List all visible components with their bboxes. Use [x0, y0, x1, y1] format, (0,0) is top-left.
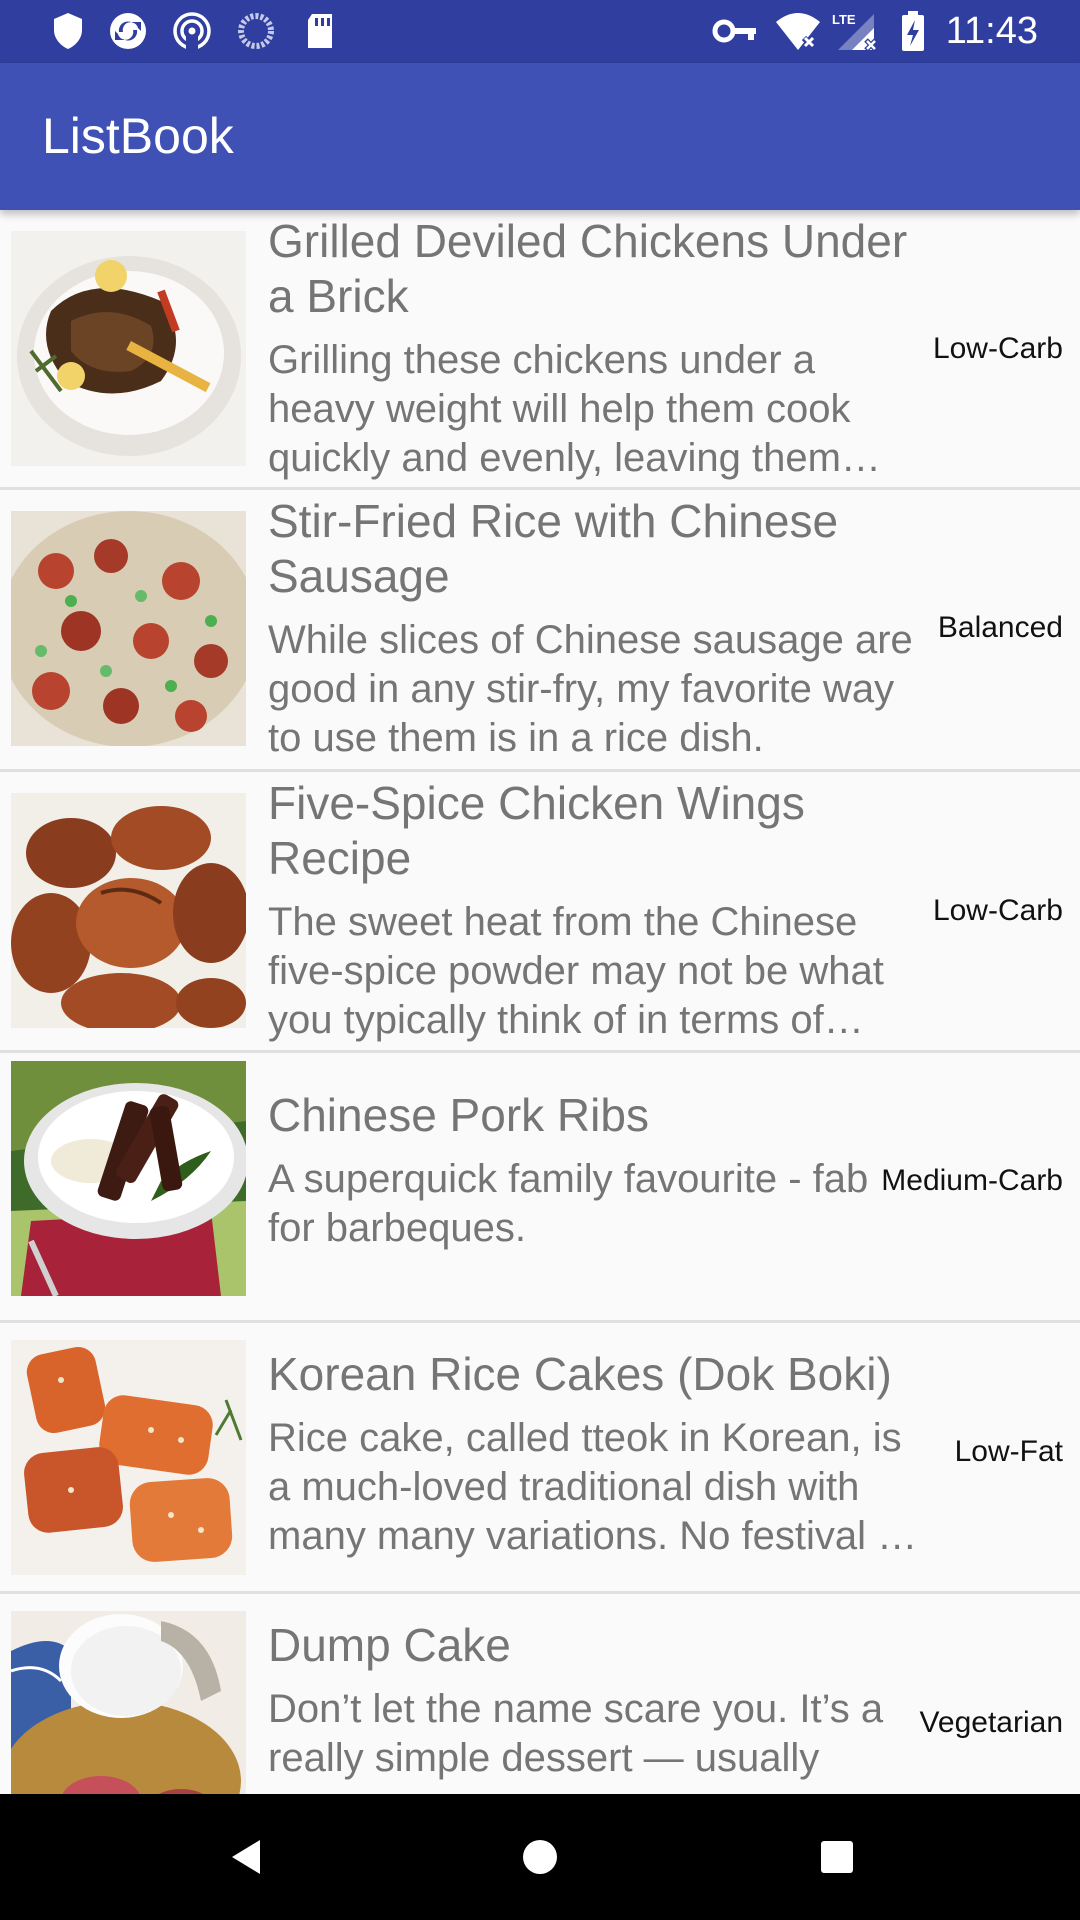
recipe-description: Rice cake, called tteok in Korean, is a …	[268, 1416, 907, 1558]
back-icon[interactable]	[222, 1832, 272, 1882]
svg-text:LTE: LTE	[832, 12, 856, 27]
lte-signal-icon: LTE	[832, 12, 878, 52]
recipe-description: Don’t let the name scare you. It’s a rea…	[268, 1687, 884, 1780]
cast-icon	[173, 12, 211, 52]
sd-card-icon	[308, 14, 332, 48]
recipe-description: A superquick family favourite - fab for …	[268, 1157, 869, 1250]
list-item[interactable]: Korean Rice Cakes (Dok Boki) Rice cake, …	[0, 1323, 1080, 1594]
diet-label: Medium-Carb	[881, 1164, 1063, 1197]
list-item[interactable]: Stir-Fried Rice with Chinese Sausage Whi…	[0, 490, 1080, 772]
recipe-title: Chinese Pork Ribs	[268, 1089, 649, 1141]
recents-icon[interactable]	[812, 1832, 862, 1882]
recipe-list[interactable]: Grilled Deviled Chickens Under a Brick G…	[0, 210, 1080, 1794]
recipe-description: The sweet heat from the Chinese five-spi…	[268, 900, 884, 1042]
circle-progress-icon	[238, 13, 274, 49]
recipe-text: Korean Rice Cakes (Dok Boki) Rice cake, …	[268, 1347, 918, 1561]
recipe-text: Chinese Pork Ribs A superquick family fa…	[268, 1088, 918, 1253]
recipe-description: While slices of Chinese sausage are good…	[268, 618, 913, 760]
key-icon	[712, 19, 756, 43]
diet-label: Low-Fat	[954, 1435, 1063, 1468]
status-bar: LTE 11:43	[0, 0, 1080, 63]
recipe-image	[11, 1340, 246, 1575]
recipe-text: Five-Spice Chicken Wings Recipe The swee…	[268, 776, 918, 1045]
diet-label: Low-Carb	[932, 894, 1063, 927]
recipe-text: Stir-Fried Rice with Chinese Sausage Whi…	[268, 494, 918, 763]
recipe-description: Grilling these chickens under a heavy we…	[268, 338, 851, 480]
recipe-image	[11, 511, 246, 746]
recipe-image	[11, 1611, 246, 1794]
sync-icon	[110, 13, 146, 49]
battery-charging-icon	[902, 11, 924, 51]
app-bar: ListBook	[0, 63, 1080, 210]
recipe-image	[11, 231, 246, 466]
status-time: 11:43	[945, 10, 1038, 52]
home-icon[interactable]	[515, 1832, 565, 1882]
recipe-title: Korean Rice Cakes (Dok Boki)	[268, 1348, 892, 1400]
recipe-text: Dump Cake Don’t let the name scare you. …	[268, 1618, 918, 1783]
shield-icon	[54, 13, 82, 49]
recipe-title: Stir-Fried Rice with Chinese Sausage	[268, 495, 839, 602]
list-item[interactable]: Grilled Deviled Chickens Under a Brick G…	[0, 210, 1080, 490]
diet-label: Low-Carb	[932, 332, 1063, 365]
app-title: ListBook	[42, 108, 234, 164]
recipe-image	[11, 793, 246, 1028]
recipe-title: Grilled Deviled Chickens Under a Brick	[268, 215, 908, 322]
list-item[interactable]: Five-Spice Chicken Wings Recipe The swee…	[0, 772, 1080, 1053]
recipe-text: Grilled Deviled Chickens Under a Brick G…	[268, 214, 918, 483]
diet-label: Vegetarian	[919, 1706, 1063, 1739]
list-item[interactable]: Chinese Pork Ribs A superquick family fa…	[0, 1053, 1080, 1323]
recipe-title: Five-Spice Chicken Wings Recipe	[268, 777, 805, 884]
navigation-bar	[0, 1794, 1080, 1920]
list-item[interactable]: Dump Cake Don’t let the name scare you. …	[0, 1594, 1080, 1794]
wifi-off-icon	[776, 13, 820, 51]
recipe-title: Dump Cake	[268, 1619, 511, 1671]
diet-label: Balanced	[937, 611, 1063, 644]
recipe-image	[11, 1061, 246, 1296]
